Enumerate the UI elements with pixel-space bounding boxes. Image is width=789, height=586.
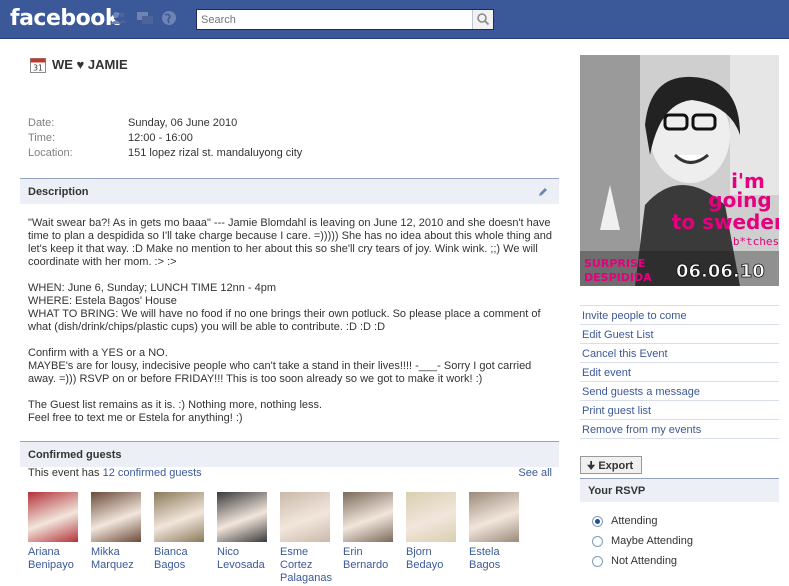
download-arrow-icon: 🠋 [587,461,596,472]
time-value: 12:00 - 16:00 [128,132,193,144]
rsvp-header: Your RSVP [580,478,779,502]
event-actions: Invite people to come Edit Guest List Ca… [580,305,779,439]
guest-name-link[interactable]: Estela Bagos [469,546,525,572]
guest-name-link[interactable]: Esme Cortez Palaganas [280,546,336,585]
guest-tile[interactable]: Ariana Benipayo [28,492,84,572]
poster-text-line2: going [708,188,771,212]
guest-tile[interactable]: Bianca Bagos [154,492,210,572]
poster-photo: i'm going to sweden b*tches SURPRISE DES… [580,55,779,286]
event-poster-image[interactable]: i'm going to sweden b*tches SURPRISE DES… [580,55,779,286]
send-message-link[interactable]: Send guests a message [580,382,779,401]
date-label: Date: [28,117,55,129]
guest-avatar[interactable] [469,492,519,542]
guest-avatar[interactable] [217,492,267,542]
edit-event-link[interactable]: Edit event [580,363,779,382]
rsvp-label-not-attending: Not Attending [611,555,678,567]
export-button[interactable]: 🠋 Export [580,456,642,474]
description-paragraph: WHEN: June 6, Sunday; LUNCH TIME 12nn - … [28,282,541,333]
guest-name-link[interactable]: Mikka Marquez [91,546,147,572]
facebook-logo[interactable]: facebook [10,6,120,31]
rsvp-radio-attending[interactable] [592,516,603,527]
remove-from-events-link[interactable]: Remove from my events [580,420,779,439]
guest-name-link[interactable]: Bianca Bagos [154,546,210,572]
confirmed-guests-header: Confirmed guests [20,441,559,467]
search-icon [477,13,490,26]
guest-tile[interactable]: Nico Levosada [217,492,273,572]
search-input[interactable] [197,10,471,29]
guest-avatar[interactable] [343,492,393,542]
event-title: WE ♥ JAMIE [52,57,128,72]
guest-name-link[interactable]: Nico Levosada [217,546,273,572]
description-paragraph: "Wait swear ba?! As in gets mo baaa" ---… [28,217,552,268]
edit-guest-list-link[interactable]: Edit Guest List [580,325,779,344]
export-label: Export [598,460,634,472]
guest-avatar[interactable] [154,492,204,542]
search-button[interactable] [472,10,493,29]
poster-date: 06.06.10 [676,261,765,282]
rsvp-radio-not-attending[interactable] [592,556,603,567]
location-value: 151 lopez rizal st. mandaluyong city [128,147,303,159]
description-paragraph: Confirm with a YES or a NO. MAYBE's are … [28,347,532,385]
description-header: Description [20,178,559,204]
guest-name-link[interactable]: Ariana Benipayo [28,546,84,572]
rsvp-heading: Your RSVP [588,485,646,497]
guests-summary: This event has 12 confirmed guests [28,467,202,479]
calendar-icon-day: 31 [33,64,43,73]
poster-text-line6: DESPIDIDA [584,271,652,284]
guest-tile[interactable]: Estela Bagos [469,492,525,572]
description-paragraph: The Guest list remains as it is. :) Noth… [28,399,323,424]
poster-text-line5: SURPRISE [584,257,645,270]
date-value: Sunday, 06 June 2010 [128,117,238,129]
edit-pencil-icon[interactable] [537,186,549,198]
guest-avatar[interactable] [28,492,78,542]
messages-icon[interactable] [136,10,154,26]
time-label: Time: [28,132,56,144]
top-bar: facebook [0,0,789,39]
confirmed-guests-heading: Confirmed guests [28,449,122,461]
guest-name-link[interactable]: Erin Bernardo [343,546,399,572]
guest-tile[interactable]: Mikka Marquez [91,492,147,572]
calendar-icon: 31 [30,58,46,73]
invite-people-link[interactable]: Invite people to come [580,306,779,325]
cancel-event-link[interactable]: Cancel this Event [580,344,779,363]
confirmed-guests-link[interactable]: 12 confirmed guests [103,467,202,479]
description-heading: Description [28,186,89,198]
guest-tile[interactable]: Bjorn Bedayo [406,492,462,572]
print-guest-list-link[interactable]: Print guest list [580,401,779,420]
search-box [196,9,494,30]
guest-name-link[interactable]: Bjorn Bedayo [406,546,462,572]
rsvp-radio-maybe[interactable] [592,536,603,547]
poster-text-line4: b*tches [733,235,779,248]
poster-text-line3: to sweden [672,210,779,234]
rsvp-label-maybe: Maybe Attending [611,535,693,547]
location-label: Location: [28,147,73,159]
guest-avatar[interactable] [406,492,456,542]
guest-tile[interactable]: Esme Cortez Palaganas [280,492,336,585]
notifications-globe-icon[interactable] [160,10,178,26]
guest-avatar[interactable] [280,492,330,542]
guest-avatar[interactable] [91,492,141,542]
rsvp-label-attending: Attending [611,515,658,527]
guest-tile[interactable]: Erin Bernardo [343,492,399,572]
friend-requests-icon[interactable] [110,10,128,26]
see-all-link[interactable]: See all [518,467,552,479]
guests-summary-prefix: This event has [28,467,103,479]
description-body: "Wait swear ba?! As in gets mo baaa" ---… [28,217,552,438]
